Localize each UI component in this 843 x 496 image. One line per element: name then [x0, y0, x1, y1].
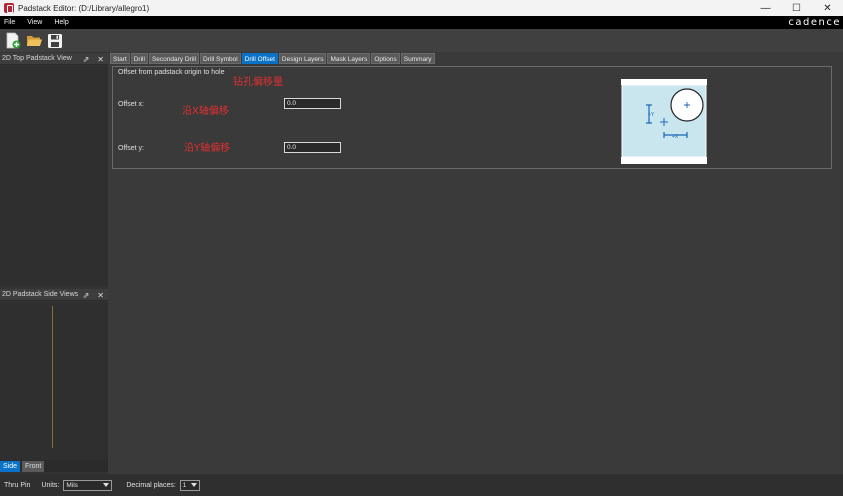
pad-type-label: Thru Pin	[4, 481, 31, 489]
units-label: Units:	[41, 481, 60, 489]
tab-summary[interactable]: Summary	[400, 53, 435, 64]
close-window-button[interactable]: ✕	[812, 0, 843, 16]
side-view-panel-tools: ⇗ ✕	[75, 289, 104, 301]
menu-file[interactable]: File	[4, 19, 15, 26]
annotation-offset-y: 沿Y轴偏移	[184, 143, 231, 154]
decimal-places-select[interactable]: 1	[179, 479, 200, 491]
decimal-places-label: Decimal places:	[126, 481, 176, 489]
toolbar	[0, 29, 843, 52]
tab-drill-symbol[interactable]: Drill Symbol	[200, 53, 241, 64]
open-padstack-button[interactable]	[25, 32, 43, 50]
left-dock: 2D Top Padstack View ⇗ ✕ 2D Padstack Sid…	[0, 52, 108, 474]
diagram-top-plate	[621, 79, 707, 85]
top-view-panel-header: 2D Top Padstack View ⇗ ✕	[0, 53, 108, 65]
tab-secondary-drill[interactable]: Secondary Drill	[148, 53, 200, 64]
minimize-button[interactable]: —	[750, 0, 781, 16]
y-marker-label: +Y	[648, 112, 655, 118]
side-view-float-icon[interactable]: ⇗	[83, 291, 90, 300]
window-title: Padstack Editor: (D:/Library/allegro1)	[18, 3, 150, 13]
drill-offset-diagram: +Y +X	[621, 79, 707, 164]
menu-help[interactable]: Help	[54, 19, 68, 26]
decimal-places-value: 1	[182, 481, 187, 489]
offset-x-label: Offset x:	[118, 101, 144, 108]
window-controls: — ☐ ✕	[750, 0, 843, 16]
new-padstack-button[interactable]	[4, 32, 22, 50]
diagram-bottom-plate	[621, 157, 707, 164]
side-view-canvas[interactable]	[0, 302, 108, 460]
top-view-panel-tools: ⇗ ✕	[75, 53, 104, 65]
editor-tabs: Start Drill Secondary Drill Drill Symbol…	[110, 53, 436, 65]
top-view-float-icon[interactable]: ⇗	[83, 55, 90, 64]
title-bar: Padstack Editor: (D:/Library/allegro1) —…	[0, 0, 843, 16]
offset-y-input[interactable]	[284, 142, 341, 153]
save-disk-icon	[48, 33, 62, 48]
tab-drill[interactable]: Drill	[130, 53, 148, 64]
side-view-panel-header: 2D Padstack Side Views ⇗ ✕	[0, 289, 108, 301]
side-view-tabs: Side Front	[0, 460, 108, 472]
tab-front[interactable]: Front	[22, 461, 45, 472]
annotation-offset-x: 沿X轴偏移	[182, 106, 229, 117]
drill-offset-group: Offset from padstack origin to hole 钻孔偏移…	[112, 66, 832, 169]
top-view-canvas[interactable]	[0, 66, 108, 286]
side-view-drill-line	[52, 306, 53, 448]
side-view-close-icon[interactable]: ✕	[97, 291, 104, 300]
tab-start[interactable]: Start	[110, 53, 130, 64]
units-select[interactable]: Mils	[63, 479, 113, 491]
tab-design-layers[interactable]: Design Layers	[278, 53, 327, 64]
top-view-close-icon[interactable]: ✕	[97, 55, 104, 64]
save-padstack-button[interactable]	[46, 32, 64, 50]
open-folder-icon	[26, 36, 42, 46]
status-bar: Thru Pin Units: Mils Decimal places: 1	[0, 474, 843, 496]
maximize-button[interactable]: ☐	[781, 0, 812, 16]
tab-side[interactable]: Side	[0, 461, 21, 472]
annotation-drill-offset: 钻孔偏移量	[233, 77, 283, 88]
chevron-down-icon	[103, 483, 110, 487]
menu-bar: File View Help	[0, 16, 843, 29]
new-file-icon	[6, 32, 21, 49]
tab-mask-layers[interactable]: Mask Layers	[327, 53, 371, 64]
offset-x-input[interactable]	[284, 98, 341, 109]
menu-view[interactable]: View	[27, 19, 42, 26]
tab-drill-offset[interactable]: Drill Offset	[241, 53, 278, 64]
section-title: Offset from padstack origin to hole	[118, 69, 225, 76]
tab-options[interactable]: Options	[371, 53, 400, 64]
chevron-down-icon	[190, 483, 197, 487]
offset-y-label: Offset y:	[118, 145, 144, 152]
units-value: Mils	[66, 481, 78, 489]
side-view-panel-title: 2D Padstack Side Views	[2, 291, 79, 298]
app-logo-icon	[4, 3, 14, 13]
cadence-logo: cadence	[788, 17, 841, 28]
x-marker-label: +X	[672, 134, 679, 140]
top-view-panel-title: 2D Top Padstack View	[2, 55, 72, 62]
